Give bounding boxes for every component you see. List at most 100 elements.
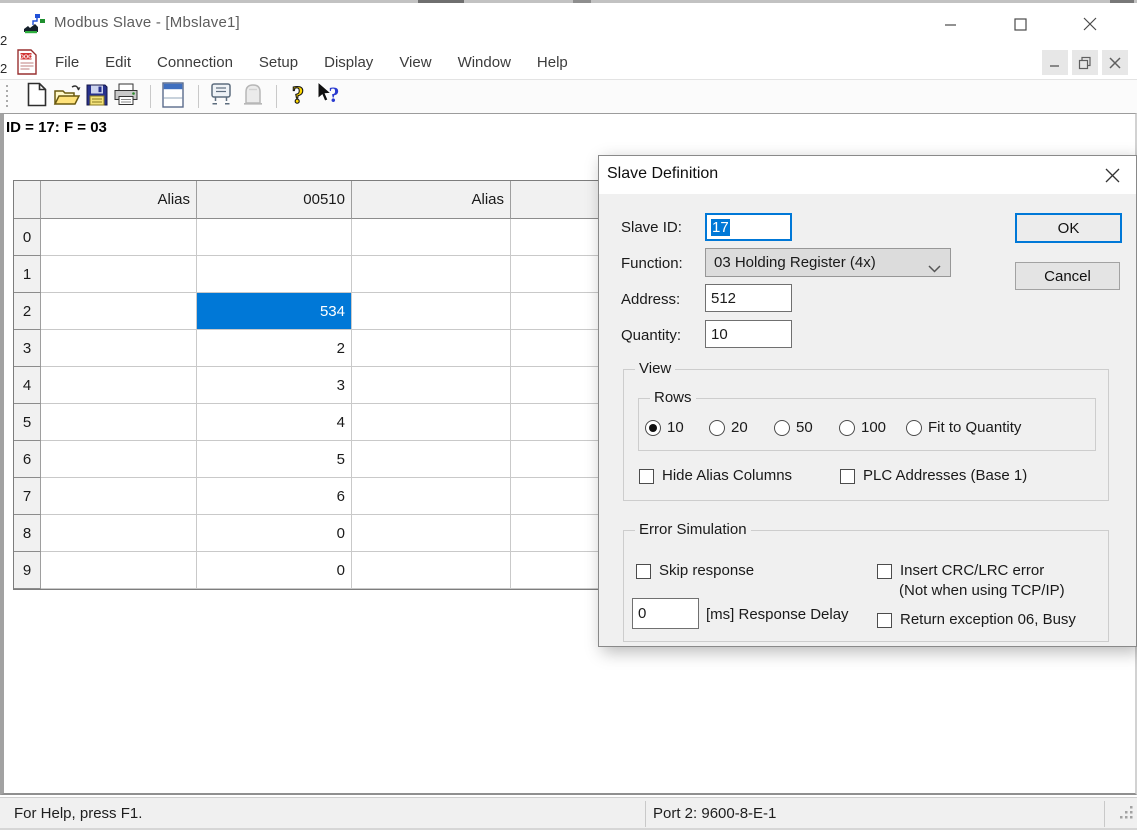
minimize-button[interactable] xyxy=(927,3,973,45)
toolbar-grip[interactable] xyxy=(6,85,8,109)
app-icon xyxy=(22,13,46,39)
resize-grip[interactable] xyxy=(1119,804,1134,823)
grid-cell-r9c2[interactable]: 0 xyxy=(197,552,352,589)
document-icon: DOC xyxy=(16,49,38,79)
menu-item-help[interactable]: Help xyxy=(524,54,581,71)
grid-cell-r2c3[interactable] xyxy=(352,293,511,330)
grid-cell-r8c3[interactable] xyxy=(352,515,511,552)
slave-id-input[interactable]: 17 xyxy=(705,213,792,241)
menu-item-setup[interactable]: Setup xyxy=(246,54,311,71)
grid-cell-r7c3[interactable] xyxy=(352,478,511,515)
grid-cell-r0c3[interactable] xyxy=(352,219,511,256)
rows-radio-fit-to-quantity[interactable]: Fit to Quantity xyxy=(906,419,1021,436)
menu-item-edit[interactable]: Edit xyxy=(92,54,144,71)
dialog-close-button[interactable] xyxy=(1090,156,1134,194)
grid-cell-r5c2[interactable]: 4 xyxy=(197,404,352,441)
grid-cell-r9c1[interactable] xyxy=(41,552,197,589)
slave-id-value: 17 xyxy=(711,219,730,236)
mdi-minimize-button[interactable] xyxy=(1042,50,1068,75)
print-button[interactable] xyxy=(111,82,141,111)
help-button[interactable]: ? xyxy=(283,82,313,111)
help-icon: ? xyxy=(288,81,308,112)
hide-alias-checkbox[interactable]: Hide Alias Columns xyxy=(639,467,792,484)
grid-cell-r1c2[interactable] xyxy=(197,256,352,293)
response-delay-input[interactable]: 0 xyxy=(632,598,699,629)
view-group-label: View xyxy=(635,360,675,377)
row-header-0: 0 xyxy=(14,219,41,256)
rows-radio-20[interactable]: 20 xyxy=(709,419,748,436)
function-select[interactable]: 03 Holding Register (4x) xyxy=(705,248,951,277)
menu-item-window[interactable]: Window xyxy=(445,54,524,71)
rows-radio-50[interactable]: 50 xyxy=(774,419,813,436)
row-header-4: 4 xyxy=(14,367,41,404)
grid-cell-r6c3[interactable] xyxy=(352,441,511,478)
cancel-button[interactable]: Cancel xyxy=(1015,262,1120,290)
rows-radio-100[interactable]: 100 xyxy=(839,419,886,436)
function-label: Function: xyxy=(621,255,683,272)
radio-icon xyxy=(774,420,790,436)
grid-cell-r7c2[interactable]: 6 xyxy=(197,478,352,515)
grid-cell-r0c1[interactable] xyxy=(41,219,197,256)
titlebar[interactable]: Modbus Slave - [Mbslave1] xyxy=(0,3,1137,45)
new-file-button[interactable] xyxy=(22,82,52,111)
grid-cell-r5c1[interactable] xyxy=(41,404,197,441)
return-exception-checkbox[interactable]: Return exception 06, Busy xyxy=(877,611,1076,628)
grid-cell-r3c1[interactable] xyxy=(41,330,197,367)
grid-cell-r4c1[interactable] xyxy=(41,367,197,404)
grid-cell-r3c3[interactable] xyxy=(352,330,511,367)
open-file-button[interactable] xyxy=(52,82,82,111)
grid-cell-r3c2[interactable]: 2 xyxy=(197,330,352,367)
insert-crc-checkbox[interactable]: Insert CRC/LRC error xyxy=(877,562,1044,579)
grid-cell-r1c3[interactable] xyxy=(352,256,511,293)
menu-item-view[interactable]: View xyxy=(386,54,444,71)
disconnect-button[interactable] xyxy=(238,82,268,111)
selected-cell[interactable]: 534 xyxy=(197,293,352,330)
slave-caption: ID = 17: F = 03 xyxy=(6,119,107,136)
grid-cell-r2c1[interactable] xyxy=(41,293,197,330)
toolbar: ? ? xyxy=(0,80,1137,113)
display-setup-button[interactable] xyxy=(158,82,188,111)
row-header-8: 8 xyxy=(14,515,41,552)
col-header-3: Alias xyxy=(352,181,511,219)
window-title: Modbus Slave - [Mbslave1] xyxy=(54,14,240,31)
row-header-1: 1 xyxy=(14,256,41,293)
grid-cell-r8c1[interactable] xyxy=(41,515,197,552)
save-button[interactable] xyxy=(82,82,112,111)
grid-cell-r8c2[interactable]: 0 xyxy=(197,515,352,552)
col-header-1: Alias xyxy=(41,181,197,219)
radio-label: 20 xyxy=(731,419,748,436)
quantity-input[interactable]: 10 xyxy=(705,320,792,348)
print-icon xyxy=(113,83,139,110)
row-header-3: 3 xyxy=(14,330,41,367)
radio-icon xyxy=(645,420,661,436)
quantity-value: 10 xyxy=(711,326,728,343)
address-input[interactable]: 512 xyxy=(705,284,792,312)
dialog-title: Slave Definition xyxy=(607,165,718,183)
grid-cell-r4c3[interactable] xyxy=(352,367,511,404)
menu-item-display[interactable]: Display xyxy=(311,54,386,71)
grid-cell-r6c2[interactable]: 5 xyxy=(197,441,352,478)
menubar: DOC FileEditConnectionSetupDisplayViewWi… xyxy=(0,45,1137,80)
dialog-titlebar[interactable]: Slave Definition xyxy=(599,156,1136,194)
context-help-button[interactable]: ? xyxy=(313,82,343,111)
menu-item-connection[interactable]: Connection xyxy=(144,54,246,71)
rows-radio-10[interactable]: 10 xyxy=(645,419,684,436)
error-simulation-groupbox: Error Simulation Skip response 0 [ms] Re… xyxy=(623,530,1109,642)
ok-button[interactable]: OK xyxy=(1015,213,1122,243)
skip-response-checkbox[interactable]: Skip response xyxy=(636,562,754,579)
grid-cell-r0c2[interactable] xyxy=(197,219,352,256)
plc-addresses-checkbox[interactable]: PLC Addresses (Base 1) xyxy=(840,467,1027,484)
menu-item-file[interactable]: File xyxy=(42,54,92,71)
connect-button[interactable] xyxy=(206,82,236,111)
mdi-restore-button[interactable] xyxy=(1072,50,1098,75)
grid-cell-r6c1[interactable] xyxy=(41,441,197,478)
grid-cell-r5c3[interactable] xyxy=(352,404,511,441)
mdi-close-button[interactable] xyxy=(1102,50,1128,75)
grid-cell-r9c3[interactable] xyxy=(352,552,511,589)
grid-cell-r4c2[interactable]: 3 xyxy=(197,367,352,404)
maximize-button[interactable] xyxy=(997,3,1043,45)
grid-cell-r7c1[interactable] xyxy=(41,478,197,515)
close-button[interactable] xyxy=(1067,3,1113,45)
grid-cell-r1c1[interactable] xyxy=(41,256,197,293)
svg-text:?: ? xyxy=(328,82,339,107)
